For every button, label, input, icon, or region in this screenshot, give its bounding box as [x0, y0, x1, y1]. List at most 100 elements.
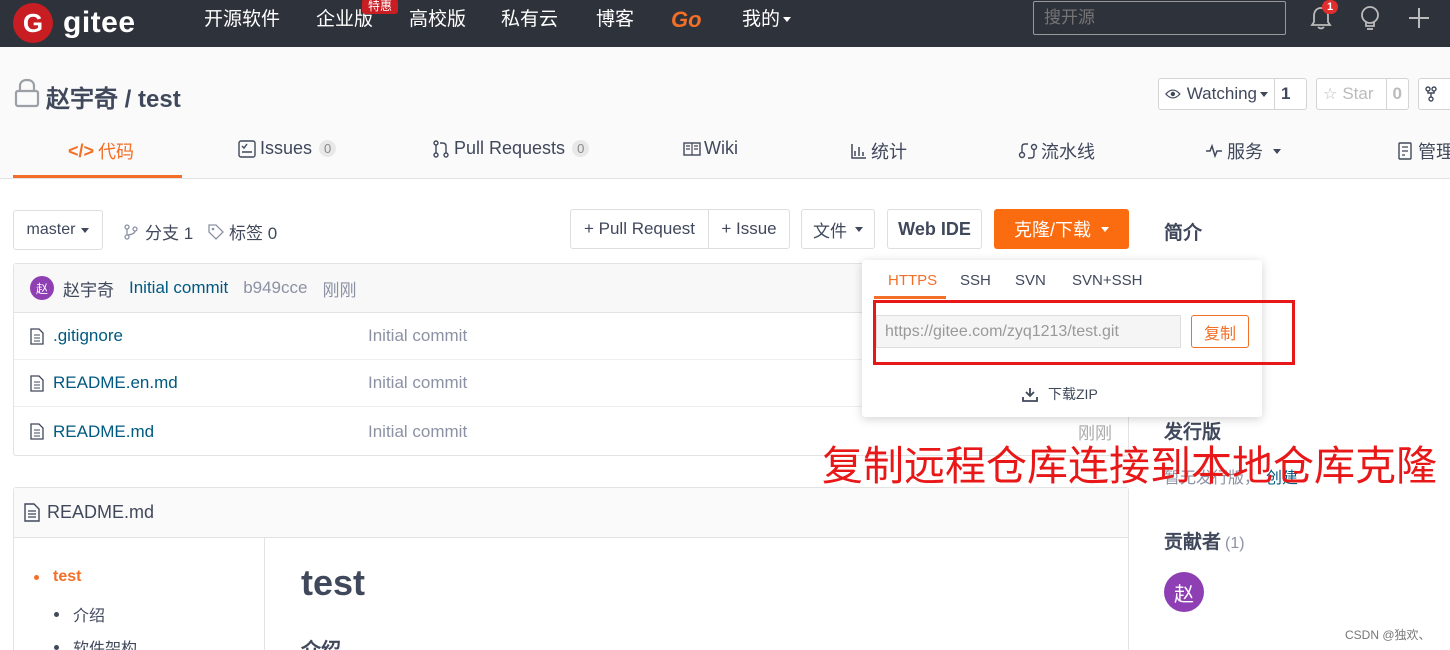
notification-badge: 1 — [1322, 0, 1338, 14]
readme-title: test — [301, 562, 366, 603]
bullet-icon — [54, 611, 59, 617]
book-icon — [683, 141, 701, 156]
download-zip-link[interactable]: 下载ZIP — [1022, 384, 1098, 404]
repo-title-text[interactable]: 赵宇奇 / test — [46, 79, 181, 114]
commit-message[interactable]: Initial commit — [129, 278, 228, 298]
clone-tab-https[interactable]: HTTPS — [888, 272, 937, 289]
commit-author[interactable]: 赵宇奇 — [63, 276, 114, 301]
active-tab-indicator — [13, 175, 182, 178]
top-navbar: G gitee 开源软件 企业版 特惠 高校版 私有云 博客 Go 我的 1 — [0, 0, 1450, 47]
branch-select[interactable]: master — [13, 210, 103, 250]
watching-label: Watching — [1186, 84, 1257, 103]
tags-label: 标签 0 — [229, 224, 278, 243]
chevron-down-icon — [1101, 226, 1109, 232]
branches-label: 分支 1 — [145, 224, 194, 243]
tab-issues[interactable]: Issues 0 — [238, 138, 337, 159]
sidebar-contributors-heading: 贡献者 (1) — [1164, 527, 1245, 554]
readme-header: README.md — [14, 488, 1128, 538]
file-menu-button[interactable]: 文件 — [801, 209, 875, 249]
lightbulb-icon[interactable] — [1355, 2, 1385, 34]
toc-item[interactable]: 软件架构 — [54, 635, 137, 650]
toc-item[interactable]: test — [34, 568, 81, 586]
tab-wiki[interactable]: Wiki — [683, 138, 738, 159]
lock-icon — [14, 78, 40, 115]
code-icon: </> — [68, 140, 95, 161]
gitee-logo[interactable]: G gitee — [13, 3, 136, 43]
watching-count: 1 — [1274, 79, 1296, 109]
clone-url-field[interactable]: https://gitee.com/zyq1213/test.git — [876, 315, 1181, 348]
tab-pipeline[interactable]: 流水线 — [1018, 138, 1095, 164]
tab-manage[interactable]: 管理 — [1398, 138, 1450, 164]
tab-pull-requests-count: 0 — [572, 140, 590, 157]
plus-icon[interactable] — [1404, 2, 1434, 34]
web-ide-button[interactable]: Web IDE — [887, 209, 982, 249]
nav-open-source[interactable]: 开源软件 — [204, 6, 280, 34]
nav-mine-label: 我的 — [742, 9, 781, 30]
nav-private-cloud[interactable]: 私有云 — [501, 6, 558, 34]
tab-wiki-label: Wiki — [704, 138, 738, 158]
tab-pull-requests[interactable]: Pull Requests 0 — [433, 138, 590, 159]
manage-icon — [1398, 142, 1412, 160]
star-button[interactable]: ☆ Star 0 — [1316, 78, 1409, 110]
toc-item-label: 软件架构 — [73, 641, 138, 650]
file-commit-message[interactable]: Initial commit — [368, 422, 467, 442]
pipeline-icon — [1018, 143, 1038, 159]
commit-hash[interactable]: b949cce — [243, 278, 307, 298]
tab-stats-label: 统计 — [871, 142, 907, 162]
file-menu-label: 文件 — [813, 221, 847, 241]
nav-go[interactable]: Go — [671, 6, 702, 34]
tab-services[interactable]: 服务 — [1205, 138, 1281, 164]
bullet-icon — [34, 574, 39, 580]
bullet-icon — [54, 644, 59, 650]
tab-code[interactable]: </> 代码 — [68, 138, 134, 164]
chevron-down-icon — [81, 227, 90, 233]
nav-mine[interactable]: 我的 — [742, 6, 792, 34]
readme-toc: test 介绍 软件架构 — [14, 538, 265, 650]
copy-button[interactable]: 复制 — [1191, 315, 1249, 348]
branch-select-label: master — [26, 221, 76, 238]
bar-chart-icon — [851, 144, 866, 159]
nav-education[interactable]: 高校版 — [409, 6, 466, 34]
file-link[interactable]: README.en.md — [30, 373, 178, 393]
tags-link[interactable]: 标签 0 — [208, 219, 277, 244]
clone-tab-svn[interactable]: SVN — [1015, 272, 1046, 289]
file-link[interactable]: .gitignore — [30, 326, 123, 346]
file-commit-message[interactable]: Initial commit — [368, 326, 467, 346]
pulse-icon — [1206, 144, 1222, 158]
commit-time: 刚刚 — [322, 280, 357, 300]
contributors-label: 贡献者 — [1164, 532, 1222, 553]
fork-button[interactable] — [1418, 78, 1450, 110]
branches-link[interactable]: 分支 1 — [123, 219, 193, 244]
chevron-down-icon — [783, 17, 792, 23]
nav-blog[interactable]: 博客 — [596, 6, 634, 34]
tab-issues-label: Issues — [260, 138, 313, 158]
readme-heading: 介绍 — [301, 634, 341, 650]
clone-download-label: 克隆/下载 — [1013, 220, 1091, 240]
new-pull-request-button[interactable]: + Pull Request — [570, 209, 709, 249]
tab-code-label: 代码 — [98, 142, 135, 162]
branch-icon — [124, 223, 138, 240]
readme-panel: README.md test 介绍 软件架构 test 介绍 — [13, 487, 1129, 650]
repo-title: 赵宇奇 / test — [14, 78, 181, 115]
star-count: 0 — [1385, 79, 1408, 109]
clone-tab-ssh[interactable]: SSH — [960, 272, 991, 289]
download-zip-label: 下载ZIP — [1048, 386, 1098, 402]
contributors-count: (1) — [1225, 535, 1245, 552]
chevron-down-icon — [1260, 91, 1268, 97]
watching-button[interactable]: Watching 1 — [1158, 78, 1307, 110]
eye-icon — [1165, 89, 1181, 99]
toc-item[interactable]: 介绍 — [54, 602, 105, 626]
new-issue-button[interactable]: + Issue — [708, 209, 790, 249]
file-link[interactable]: README.md — [30, 422, 154, 442]
tag-icon — [208, 223, 224, 240]
file-icon — [24, 503, 40, 522]
avatar[interactable]: 赵 — [1164, 572, 1204, 612]
clone-tab-svn-ssh[interactable]: SVN+SSH — [1072, 272, 1142, 289]
avatar[interactable]: 赵 — [30, 276, 54, 300]
search-input[interactable] — [1033, 1, 1286, 35]
clone-download-button[interactable]: 克隆/下载 — [994, 209, 1129, 249]
tab-pipeline-label: 流水线 — [1041, 142, 1095, 162]
tab-stats[interactable]: 统计 — [851, 138, 907, 164]
file-commit-message[interactable]: Initial commit — [368, 373, 467, 393]
tab-services-label: 服务 — [1227, 142, 1263, 162]
